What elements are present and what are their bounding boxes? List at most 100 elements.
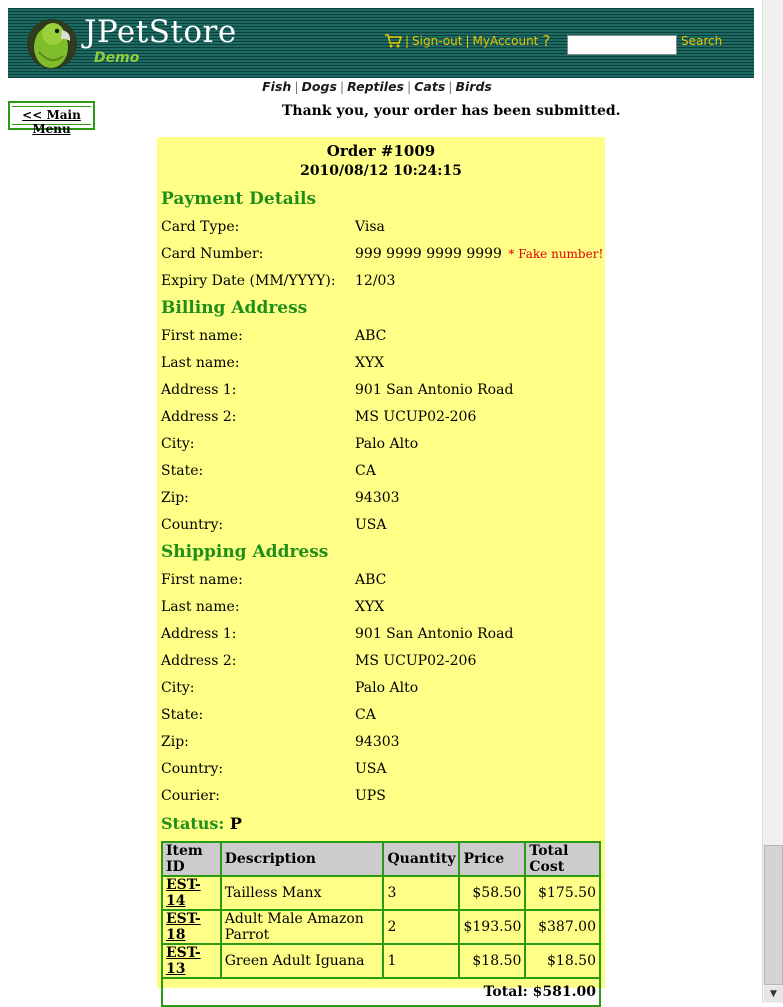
billing-state-label: State: [161,463,204,479]
card-type-label: Card Type: [161,219,240,235]
header-banner: JPetStore Demo | Sign-out | MyAccount ? … [8,8,754,78]
billing-city-value: Palo Alto [355,436,419,452]
billing-country-value: USA [355,517,387,533]
billing-city-label: City: [161,436,195,452]
category-link-dogs[interactable]: Dogs [302,79,337,94]
courier-label: Courier: [161,788,221,804]
order-date: 2010/08/12 10:24:15 [300,163,462,179]
store-logo-title[interactable]: JPetStore [84,14,237,50]
sign-out-link[interactable]: Sign-out [412,34,462,48]
item-id-link[interactable]: EST-18 [166,911,201,943]
my-account-link[interactable]: MyAccount [472,34,538,48]
item-id-cell: EST-13 [161,943,222,979]
shipping-first-name-value: ABC [355,572,387,588]
column-header-description: Description [219,841,385,877]
parrot-logo-icon [27,19,77,69]
separator: | [407,79,412,94]
billing-address-heading: Billing Address [161,298,308,318]
shipping-zip-label: Zip: [161,734,189,750]
quantity-cell: 2 [382,909,461,945]
separator: | [448,79,453,94]
price-cell: $18.50 [458,943,527,979]
quantity-cell: 1 [382,943,461,979]
billing-zip-label: Zip: [161,490,189,506]
price-cell: $58.50 [458,875,527,911]
billing-last-name-label: Last name: [161,355,240,371]
billing-zip-value: 94303 [355,490,400,506]
status-value: P [229,814,242,833]
category-nav: Fish | Dogs | Reptiles | Cats | Birds [0,79,754,94]
billing-country-label: Country: [161,517,224,533]
category-link-fish[interactable]: Fish [262,79,291,94]
order-title: Order #1009 [326,142,436,160]
column-header-price: Price [458,841,527,877]
shipping-address1-value: 901 San Antonio Road [355,626,514,642]
billing-last-name-value: XYX [355,355,385,371]
item-id-cell: EST-18 [161,909,222,945]
shipping-last-name-label: Last name: [161,599,240,615]
shipping-address2-value: MS UCUP02-206 [355,653,477,669]
main-menu-link[interactable]: << Main Menu [12,106,91,136]
billing-state-value: CA [355,463,376,479]
shipping-last-name-value: XYX [355,599,385,615]
help-icon[interactable]: ? [542,32,550,50]
expiry-date-value: 12/03 [355,273,396,289]
price-cell: $193.50 [458,909,527,945]
main-menu-button[interactable]: << Main Menu [8,101,95,136]
order-status: Status: P [161,814,242,833]
scroll-down-arrow-icon[interactable]: ▼ [764,986,783,1002]
shopping-cart-icon[interactable] [384,33,402,49]
shipping-first-name-label: First name: [161,572,243,588]
shipping-zip-value: 94303 [355,734,400,750]
column-header-quantity: Quantity [382,841,461,877]
table-header-row: Item ID Description Quantity Price Total… [161,841,601,877]
header-links: | Sign-out | MyAccount ? [384,32,550,50]
shipping-address-heading: Shipping Address [161,542,329,562]
order-details-panel: Order #1009 2010/08/12 10:24:15 Payment … [157,137,605,1007]
table-total-row: Total: $581.00 [161,977,601,1007]
card-number-label: Card Number: [161,246,264,262]
expiry-date-label: Expiry Date (MM/YYYY): [161,273,336,289]
category-link-reptiles[interactable]: Reptiles [347,79,404,94]
quantity-cell: 3 [382,875,461,911]
shipping-state-label: State: [161,707,204,723]
shipping-country-label: Country: [161,761,224,777]
status-label: Status: [161,814,225,833]
courier-value: UPS [355,788,386,804]
fake-number-note: * Fake number! [508,247,604,261]
order-items-table: Item ID Description Quantity Price Total… [161,841,601,1007]
grand-total: Total: $581.00 [161,977,601,1007]
vertical-scrollbar[interactable]: ▼ [762,0,783,1003]
order-confirmation-message: Thank you, your order has been submitted… [282,103,621,119]
billing-address1-value: 901 San Antonio Road [355,382,514,398]
scrollbar-thumb[interactable] [764,845,783,985]
shipping-country-value: USA [355,761,387,777]
item-id-link[interactable]: EST-14 [166,877,201,909]
description-cell: Tailless Manx [219,875,385,911]
shipping-city-label: City: [161,680,195,696]
category-link-cats[interactable]: Cats [414,79,445,94]
total-cost-cell: $18.50 [524,943,601,979]
table-row: EST-18 Adult Male Amazon Parrot 2 $193.5… [161,909,601,945]
shipping-state-value: CA [355,707,376,723]
column-header-item-id: Item ID [161,841,222,877]
shipping-address2-label: Address 2: [161,653,237,669]
category-link-birds[interactable]: Birds [455,79,491,94]
separator: | [405,34,410,48]
search-input[interactable] [567,35,677,55]
billing-first-name-value: ABC [355,328,387,344]
store-logo-subtitle: Demo [94,50,140,66]
description-cell: Green Adult Iguana [219,943,385,979]
billing-address2-label: Address 2: [161,409,237,425]
separator: | [339,79,345,94]
separator: | [294,79,299,94]
separator: | [465,34,470,48]
search-button[interactable]: Search [681,34,722,48]
card-number-value: 999 9999 9999 9999 [355,246,502,262]
item-id-link[interactable]: EST-13 [166,945,201,977]
item-id-cell: EST-14 [161,875,222,911]
shipping-address1-label: Address 1: [161,626,237,642]
total-cost-cell: $175.50 [524,875,601,911]
table-row: EST-13 Green Adult Iguana 1 $18.50 $18.5… [161,943,601,979]
billing-address1-label: Address 1: [161,382,237,398]
